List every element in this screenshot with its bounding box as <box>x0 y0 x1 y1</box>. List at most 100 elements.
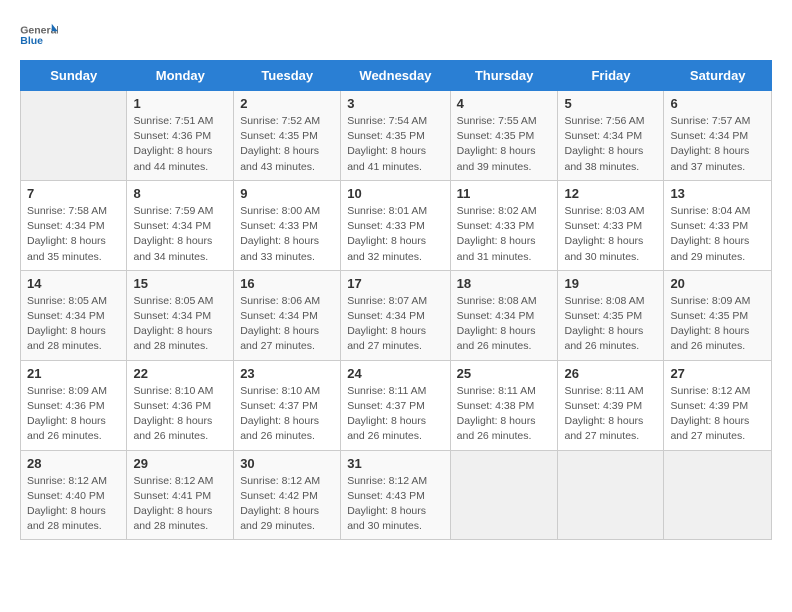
day-info: Sunrise: 7:59 AM Sunset: 4:34 PM Dayligh… <box>133 204 227 265</box>
calendar-cell <box>664 450 772 540</box>
svg-text:Blue: Blue <box>20 35 43 47</box>
day-info: Sunrise: 8:12 AM Sunset: 4:40 PM Dayligh… <box>27 474 120 535</box>
calendar-cell: 28Sunrise: 8:12 AM Sunset: 4:40 PM Dayli… <box>21 450 127 540</box>
calendar-cell: 22 Sunrise: 8:10 AM Sunset: 4:36 PM Dayli… <box>127 360 234 450</box>
calendar-cell: 8 Sunrise: 7:59 AM Sunset: 4:34 PM Daylig… <box>127 180 234 270</box>
day-info: Sunrise: 7:58 AM Sunset: 4:34 PM Dayligh… <box>27 204 120 265</box>
day-number: 30 <box>240 456 334 471</box>
day-info: Sunrise: 8:08 AM Sunset: 4:34 PM Dayligh… <box>457 294 552 355</box>
calendar-cell <box>558 450 664 540</box>
day-info: Sunrise: 8:07 AM Sunset: 4:34 PM Dayligh… <box>347 294 443 355</box>
day-info: Sunrise: 8:11 AM Sunset: 4:38 PM Dayligh… <box>457 384 552 445</box>
day-info: Sunrise: 8:08 AM Sunset: 4:35 PM Dayligh… <box>564 294 657 355</box>
calendar-cell: 15 Sunrise: 8:05 AM Sunset: 4:34 PM Dayli… <box>127 270 234 360</box>
calendar-cell: 29 Sunrise: 8:12 AM Sunset: 4:41 PM Dayli… <box>127 450 234 540</box>
day-info: Sunrise: 8:11 AM Sunset: 4:37 PM Dayligh… <box>347 384 443 445</box>
day-number: 16 <box>240 276 334 291</box>
day-number: 25 <box>457 366 552 381</box>
day-number: 24 <box>347 366 443 381</box>
day-info: Sunrise: 8:11 AM Sunset: 4:39 PM Dayligh… <box>564 384 657 445</box>
day-number: 22 <box>133 366 227 381</box>
calendar-cell: 20 Sunrise: 8:09 AM Sunset: 4:35 PM Dayli… <box>664 270 772 360</box>
day-number: 20 <box>670 276 765 291</box>
calendar-table: SundayMondayTuesdayWednesdayThursdayFrid… <box>20 60 772 540</box>
calendar-cell: 31Sunrise: 8:12 AM Sunset: 4:43 PM Dayli… <box>341 450 450 540</box>
page-header: General Blue <box>20 20 772 50</box>
calendar-cell: 26 Sunrise: 8:11 AM Sunset: 4:39 PM Dayli… <box>558 360 664 450</box>
calendar-cell: 5 Sunrise: 7:56 AM Sunset: 4:34 PM Daylig… <box>558 91 664 181</box>
day-number: 8 <box>133 186 227 201</box>
day-number: 23 <box>240 366 334 381</box>
calendar-cell: 12 Sunrise: 8:03 AM Sunset: 4:33 PM Dayli… <box>558 180 664 270</box>
calendar-cell: 3 Sunrise: 7:54 AM Sunset: 4:35 PM Daylig… <box>341 91 450 181</box>
calendar-cell: 10 Sunrise: 8:01 AM Sunset: 4:33 PM Dayli… <box>341 180 450 270</box>
day-info: Sunrise: 8:03 AM Sunset: 4:33 PM Dayligh… <box>564 204 657 265</box>
calendar-cell: 6 Sunrise: 7:57 AM Sunset: 4:34 PM Daylig… <box>664 91 772 181</box>
calendar-cell: 2 Sunrise: 7:52 AM Sunset: 4:35 PM Daylig… <box>234 91 341 181</box>
calendar-cell: 7 Sunrise: 7:58 AM Sunset: 4:34 PM Daylig… <box>21 180 127 270</box>
day-number: 11 <box>457 186 552 201</box>
day-info: Sunrise: 8:12 AM Sunset: 4:42 PM Dayligh… <box>240 474 334 535</box>
day-info: Sunrise: 8:12 AM Sunset: 4:41 PM Dayligh… <box>133 474 227 535</box>
day-number: 4 <box>457 96 552 111</box>
day-number: 18 <box>457 276 552 291</box>
calendar-cell: 24 Sunrise: 8:11 AM Sunset: 4:37 PM Dayli… <box>341 360 450 450</box>
day-info: Sunrise: 8:02 AM Sunset: 4:33 PM Dayligh… <box>457 204 552 265</box>
day-info: Sunrise: 8:09 AM Sunset: 4:35 PM Dayligh… <box>670 294 765 355</box>
day-number: 17 <box>347 276 443 291</box>
calendar-cell: 25 Sunrise: 8:11 AM Sunset: 4:38 PM Dayli… <box>450 360 558 450</box>
day-info: Sunrise: 7:56 AM Sunset: 4:34 PM Dayligh… <box>564 114 657 175</box>
day-number: 12 <box>564 186 657 201</box>
day-info: Sunrise: 8:06 AM Sunset: 4:34 PM Dayligh… <box>240 294 334 355</box>
calendar-cell: 13 Sunrise: 8:04 AM Sunset: 4:33 PM Dayli… <box>664 180 772 270</box>
column-header-sunday: Sunday <box>21 61 127 91</box>
calendar-cell: 16 Sunrise: 8:06 AM Sunset: 4:34 PM Dayli… <box>234 270 341 360</box>
day-number: 21 <box>27 366 120 381</box>
day-info: Sunrise: 7:57 AM Sunset: 4:34 PM Dayligh… <box>670 114 765 175</box>
calendar-cell: 4 Sunrise: 7:55 AM Sunset: 4:35 PM Daylig… <box>450 91 558 181</box>
day-number: 6 <box>670 96 765 111</box>
day-number: 2 <box>240 96 334 111</box>
column-header-saturday: Saturday <box>664 61 772 91</box>
day-number: 7 <box>27 186 120 201</box>
column-header-monday: Monday <box>127 61 234 91</box>
day-info: Sunrise: 7:52 AM Sunset: 4:35 PM Dayligh… <box>240 114 334 175</box>
day-number: 26 <box>564 366 657 381</box>
calendar-cell: 1Sunrise: 7:51 AM Sunset: 4:36 PM Daylig… <box>127 91 234 181</box>
calendar-cell: 21 Sunrise: 8:09 AM Sunset: 4:36 PM Dayli… <box>21 360 127 450</box>
calendar-cell: 27 Sunrise: 8:12 AM Sunset: 4:39 PM Dayli… <box>664 360 772 450</box>
day-number: 15 <box>133 276 227 291</box>
day-number: 14 <box>27 276 120 291</box>
day-number: 27 <box>670 366 765 381</box>
calendar-cell: 11 Sunrise: 8:02 AM Sunset: 4:33 PM Dayli… <box>450 180 558 270</box>
calendar-cell: 23 Sunrise: 8:10 AM Sunset: 4:37 PM Dayli… <box>234 360 341 450</box>
calendar-cell <box>450 450 558 540</box>
day-number: 1 <box>133 96 227 111</box>
calendar-cell: 14Sunrise: 8:05 AM Sunset: 4:34 PM Dayli… <box>21 270 127 360</box>
day-info: Sunrise: 8:05 AM Sunset: 4:34 PM Dayligh… <box>133 294 227 355</box>
day-info: Sunrise: 8:00 AM Sunset: 4:33 PM Dayligh… <box>240 204 334 265</box>
day-info: Sunrise: 8:12 AM Sunset: 4:39 PM Dayligh… <box>670 384 765 445</box>
day-info: Sunrise: 7:55 AM Sunset: 4:35 PM Dayligh… <box>457 114 552 175</box>
calendar-cell: 19 Sunrise: 8:08 AM Sunset: 4:35 PM Dayli… <box>558 270 664 360</box>
day-info: Sunrise: 7:54 AM Sunset: 4:35 PM Dayligh… <box>347 114 443 175</box>
day-info: Sunrise: 8:04 AM Sunset: 4:33 PM Dayligh… <box>670 204 765 265</box>
day-number: 3 <box>347 96 443 111</box>
column-header-thursday: Thursday <box>450 61 558 91</box>
day-info: Sunrise: 8:01 AM Sunset: 4:33 PM Dayligh… <box>347 204 443 265</box>
day-number: 19 <box>564 276 657 291</box>
logo: General Blue <box>20 20 60 50</box>
calendar-cell: 9 Sunrise: 8:00 AM Sunset: 4:33 PM Daylig… <box>234 180 341 270</box>
day-number: 29 <box>133 456 227 471</box>
day-number: 13 <box>670 186 765 201</box>
day-number: 9 <box>240 186 334 201</box>
day-info: Sunrise: 8:10 AM Sunset: 4:36 PM Dayligh… <box>133 384 227 445</box>
day-info: Sunrise: 8:09 AM Sunset: 4:36 PM Dayligh… <box>27 384 120 445</box>
day-number: 5 <box>564 96 657 111</box>
day-number: 31 <box>347 456 443 471</box>
day-number: 10 <box>347 186 443 201</box>
column-header-wednesday: Wednesday <box>341 61 450 91</box>
calendar-cell: 18 Sunrise: 8:08 AM Sunset: 4:34 PM Dayli… <box>450 270 558 360</box>
calendar-cell: 17 Sunrise: 8:07 AM Sunset: 4:34 PM Dayli… <box>341 270 450 360</box>
day-info: Sunrise: 8:10 AM Sunset: 4:37 PM Dayligh… <box>240 384 334 445</box>
